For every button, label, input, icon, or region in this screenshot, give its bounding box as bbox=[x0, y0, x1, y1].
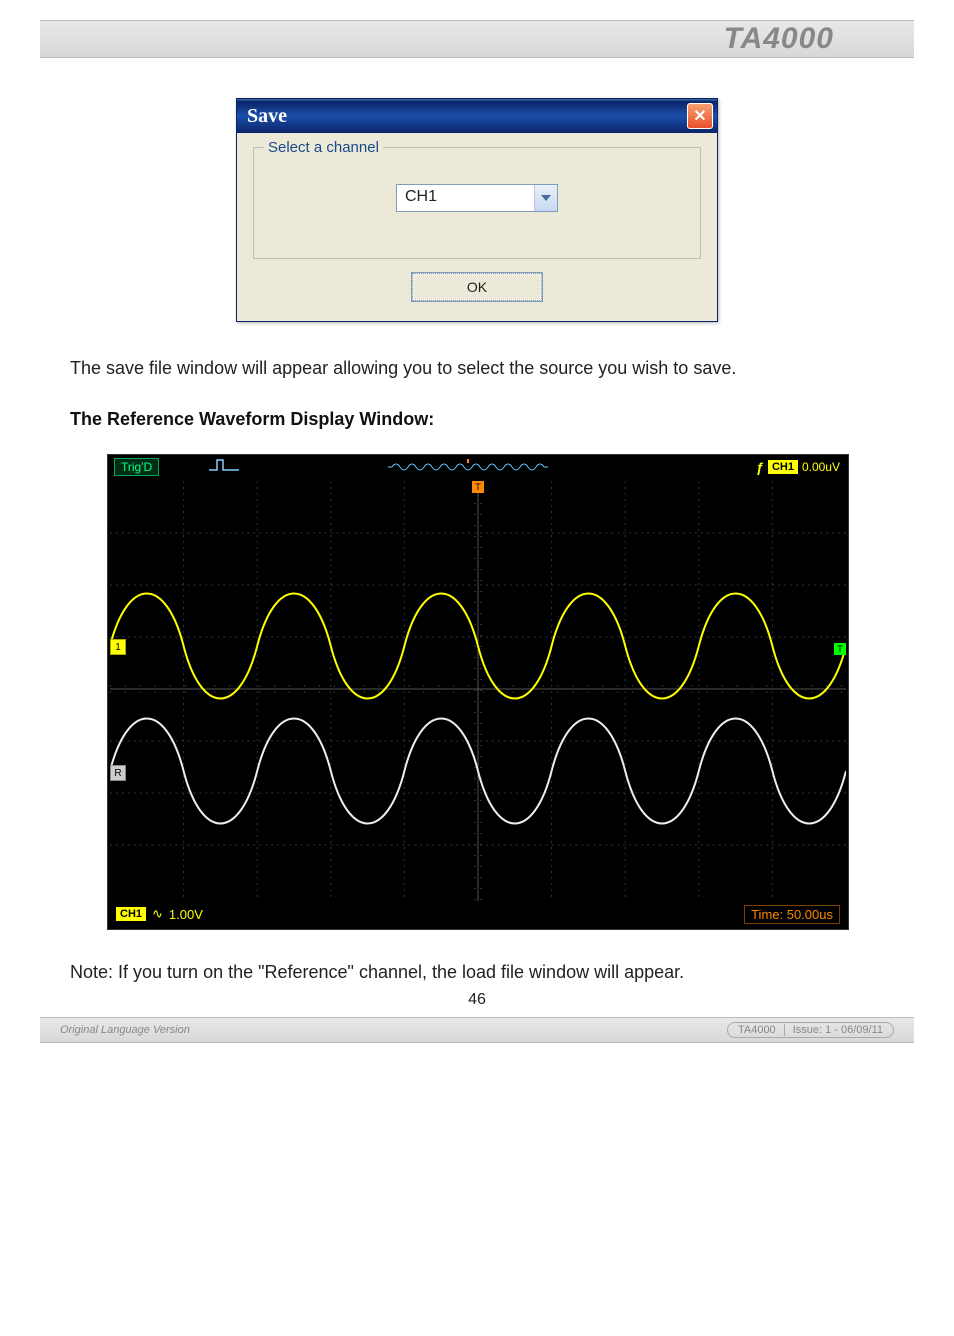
section-title: The Reference Waveform Display Window: bbox=[70, 409, 884, 430]
trigger-info: ƒ CH1 0.00uV bbox=[756, 459, 840, 475]
groupbox-legend: Select a channel bbox=[264, 139, 383, 156]
page-number: 46 bbox=[0, 991, 954, 1009]
header-model: TA4000 bbox=[723, 22, 834, 56]
footer-left: Original Language Version bbox=[60, 1024, 190, 1036]
pulse-icon bbox=[209, 458, 239, 477]
ch1-badge: CH1 bbox=[116, 907, 146, 921]
scope-bottom-bar: CH1 ∿ 1.00V Time: 50.00us bbox=[108, 903, 848, 929]
footer-issue: Issue: 1 - 06/09/11 bbox=[784, 1024, 883, 1036]
scope-plot: T 1 R T bbox=[110, 481, 846, 901]
dialog-title: Save bbox=[247, 105, 287, 128]
scope-top-bar: Trig'D ƒ CH1 0.00uV bbox=[108, 455, 848, 479]
channel-select-value: CH1 bbox=[397, 185, 534, 211]
trigger-position-marker: T bbox=[472, 481, 484, 493]
chevron-down-icon[interactable] bbox=[534, 185, 557, 211]
trigger-level: 0.00uV bbox=[802, 460, 840, 474]
oscilloscope-display: Trig'D ƒ CH1 0.00uV bbox=[107, 454, 849, 930]
channel-select[interactable]: CH1 bbox=[396, 184, 558, 212]
close-button[interactable]: ✕ bbox=[687, 103, 713, 129]
body-text-1: The save file window will appear allowin… bbox=[70, 356, 884, 381]
dialog-body: Select a channel CH1 OK bbox=[237, 133, 717, 321]
note-text: Note: If you turn on the "Reference" cha… bbox=[70, 960, 884, 985]
close-icon: ✕ bbox=[693, 106, 706, 126]
trigger-level-marker: T bbox=[834, 643, 846, 655]
header-bar: TA4000 bbox=[40, 20, 914, 58]
footer-right: TA4000 Issue: 1 - 06/09/11 bbox=[727, 1022, 894, 1038]
reference-marker: R bbox=[110, 765, 126, 781]
save-dialog: Save ✕ Select a channel CH1 OK bbox=[236, 98, 718, 322]
channel-groupbox: Select a channel CH1 bbox=[253, 147, 701, 259]
channel-1-marker: 1 bbox=[110, 639, 126, 655]
timebase: Time: 50.00us bbox=[744, 905, 840, 924]
channel-1-footer: CH1 ∿ 1.00V bbox=[116, 906, 203, 922]
overview-waveform-icon bbox=[388, 459, 548, 475]
rising-edge-icon: ƒ bbox=[756, 459, 764, 475]
trigger-source-badge: CH1 bbox=[768, 460, 798, 474]
ok-button[interactable]: OK bbox=[412, 273, 542, 301]
ch1-coupling-icon: ∿ bbox=[152, 906, 163, 922]
footer-model: TA4000 bbox=[738, 1024, 776, 1036]
trigger-status: Trig'D bbox=[114, 458, 159, 476]
dialog-titlebar: Save ✕ bbox=[237, 99, 717, 133]
ch1-scale: 1.00V bbox=[169, 907, 203, 922]
footer-bar: Original Language Version TA4000 Issue: … bbox=[40, 1017, 914, 1043]
